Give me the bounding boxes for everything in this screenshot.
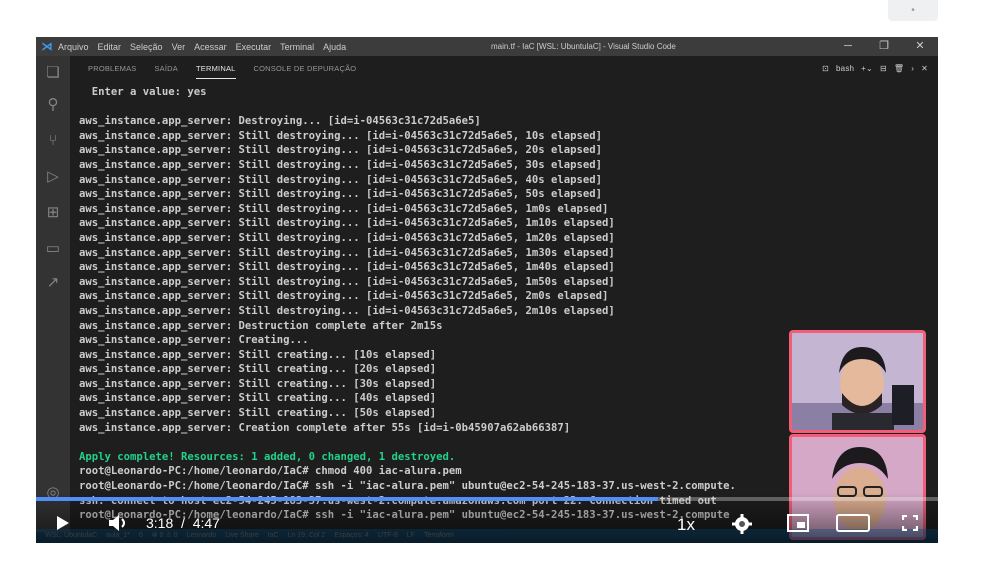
search-icon[interactable]: ⚲ bbox=[44, 96, 62, 114]
terminal-line: aws_instance.app_server: Still destroyin… bbox=[79, 290, 609, 303]
menu-item-7[interactable]: Ajuda bbox=[323, 42, 346, 52]
activity-bar: ❏ ⚲ ⑂ ▷ ⊞ ▭ ↗ ◎ bbox=[36, 56, 70, 532]
terminal-line: aws_instance.app_server: Still destroyin… bbox=[79, 304, 615, 317]
source-control-icon[interactable]: ⑂ bbox=[44, 132, 62, 150]
terminal-line: aws_instance.app_server: Still destroyin… bbox=[79, 144, 602, 157]
chevron-right-icon[interactable]: › bbox=[911, 64, 914, 73]
current-time: 3:18 bbox=[146, 515, 174, 531]
menu-item-2[interactable]: Seleção bbox=[130, 42, 163, 52]
menu-item-3[interactable]: Ver bbox=[172, 42, 186, 52]
time-separator: / bbox=[181, 515, 185, 531]
video-player[interactable]: ⋊ Arquivo Editar Seleção Ver Acessar Executar… bbox=[36, 37, 938, 543]
panel-tab-bar: PROBLEMAS SAÍDA TERMINAL CONSOLE DE DEPU… bbox=[70, 56, 938, 80]
maximize-icon[interactable]: ❐ bbox=[866, 37, 902, 56]
trash-icon[interactable]: 🗑 bbox=[894, 64, 904, 73]
terminal-line: aws_instance.app_server: Still destroyin… bbox=[79, 173, 602, 186]
play-icon[interactable] bbox=[56, 515, 70, 531]
window-title: main.tf - IaC [WSL: UbuntulaC] - Visual … bbox=[491, 42, 676, 51]
terminal-line: aws_instance.app_server: Still destroyin… bbox=[79, 246, 615, 259]
vscode-logo-icon: ⋊ bbox=[41, 41, 53, 53]
volume-icon[interactable] bbox=[108, 513, 130, 533]
panel-actions: ⊡ bash +⌄ ⊟ 🗑 › ✕ bbox=[822, 56, 928, 80]
terminal-line: aws_instance.app_server: Still destroyin… bbox=[79, 217, 615, 230]
tab-output[interactable]: SAÍDA bbox=[154, 58, 178, 78]
terminal-line: aws_instance.app_server: Destroying... [… bbox=[79, 115, 481, 128]
duration: 4:47 bbox=[192, 515, 220, 531]
terminal-line: aws_instance.app_server: Still destroyin… bbox=[79, 261, 615, 274]
extensions-icon[interactable]: ⊞ bbox=[44, 204, 62, 222]
tab-debug-console[interactable]: CONSOLE DE DEPURAÇÃO bbox=[254, 58, 357, 78]
progress-bar[interactable] bbox=[36, 497, 938, 501]
tab-problems[interactable]: PROBLEMAS bbox=[88, 58, 136, 78]
progress-fill bbox=[36, 497, 659, 501]
presenter-webcam-1 bbox=[789, 330, 926, 433]
menu-item-5[interactable]: Executar bbox=[236, 42, 272, 52]
terminal-line: aws_instance.app_server: Still destroyin… bbox=[79, 188, 602, 201]
fullscreen-icon[interactable] bbox=[902, 515, 918, 531]
presenter-1-image bbox=[792, 333, 923, 430]
shell-name[interactable]: bash bbox=[836, 64, 854, 73]
menu-item-4[interactable]: Acessar bbox=[194, 42, 227, 52]
theater-mode-icon[interactable] bbox=[836, 514, 870, 532]
time-display: 3:18 / 4:47 bbox=[146, 515, 220, 531]
tab-terminal[interactable]: TERMINAL bbox=[196, 58, 236, 79]
terminal-line: Enter a value: yes bbox=[79, 86, 207, 98]
menu-item-1[interactable]: Editar bbox=[98, 42, 122, 52]
vscode-titlebar: ⋊ Arquivo Editar Seleção Ver Acessar Executar… bbox=[36, 37, 938, 56]
terminal-icon: ⊡ bbox=[822, 63, 830, 73]
window-controls: ─ ❐ ✕ bbox=[830, 37, 938, 56]
playback-speed[interactable]: 1x bbox=[677, 515, 695, 535]
corner-menu-button[interactable]: • bbox=[888, 0, 938, 21]
dot-icon: • bbox=[911, 5, 915, 16]
run-debug-icon[interactable]: ▷ bbox=[44, 168, 62, 186]
explorer-icon[interactable]: ❏ bbox=[44, 64, 62, 82]
menu-bar: Arquivo Editar Seleção Ver Acessar Executar Te… bbox=[58, 42, 346, 52]
miniplayer-icon[interactable] bbox=[787, 514, 809, 532]
menu-item-0[interactable]: Arquivo bbox=[58, 42, 89, 52]
minimize-icon[interactable]: ─ bbox=[830, 37, 866, 56]
add-terminal-icon[interactable]: +⌄ bbox=[861, 64, 873, 73]
remote-explorer-icon[interactable]: ▭ bbox=[44, 240, 62, 258]
terminal-line: aws_instance.app_server: Still destroyin… bbox=[79, 129, 602, 142]
split-terminal-icon[interactable]: ⊟ bbox=[880, 64, 887, 73]
live-share-icon[interactable]: ↗ bbox=[44, 274, 62, 292]
close-icon[interactable]: ✕ bbox=[902, 37, 938, 56]
close-panel-icon[interactable]: ✕ bbox=[921, 64, 928, 73]
terminal-line: aws_instance.app_server: Still destroyin… bbox=[79, 231, 615, 244]
terminal-line: aws_instance.app_server: Still destroyin… bbox=[79, 158, 602, 171]
terminal-line: aws_instance.app_server: Still destroyin… bbox=[79, 275, 615, 288]
settings-gear-icon[interactable] bbox=[731, 513, 753, 535]
menu-item-6[interactable]: Terminal bbox=[280, 42, 314, 52]
terminal-line: aws_instance.app_server: Still destroyin… bbox=[79, 202, 609, 215]
